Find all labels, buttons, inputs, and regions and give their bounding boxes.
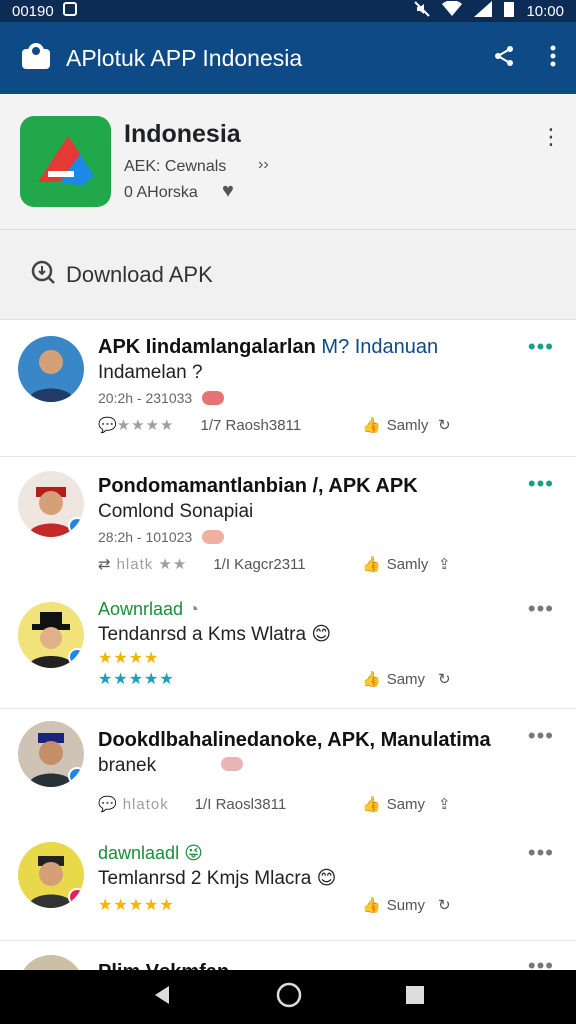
verified-badge-icon (68, 767, 84, 785)
comment-icon[interactable]: 💬 (98, 416, 117, 434)
post-count: 1/7 Raosh3811 (200, 416, 302, 434)
rating-stars: hlatok (122, 795, 169, 813)
list-item[interactable]: Aownrlaad ◔ Tendanrsd a Kms Wlatra 😊 ★★★… (0, 592, 576, 708)
notification-icon (62, 1, 78, 21)
rating-stars: ★★★★ (116, 417, 175, 434)
post-subline: Indamelan ? (98, 362, 203, 383)
like-label: Samy (386, 670, 426, 688)
post-list: APK Iindamlangalarlan M? Indanuan Indame… (0, 320, 576, 970)
post-subline: Temlanrsd 2 Kmjs Mlacra (98, 868, 312, 889)
status-bar: 00190 10:00 (0, 0, 576, 22)
more-horiz-icon[interactable]: ••• (528, 723, 554, 749)
post-headline: Aownrlaad (98, 599, 184, 619)
avatar (18, 471, 84, 537)
more-horiz-icon[interactable]: ••• (528, 596, 554, 622)
share-alt-icon[interactable]: ↻ (438, 896, 451, 914)
rating-stars-teal: ★★★★★ (98, 671, 175, 688)
app-developer: AEK: Cewnals (124, 158, 227, 175)
app-icon[interactable] (20, 116, 111, 207)
post-headline: Dookdlbahalinedanoke, APK, Manulatima (98, 729, 491, 751)
avatar (18, 602, 84, 668)
home-icon[interactable] (276, 982, 302, 1013)
more-horiz-icon[interactable]: ••• (528, 953, 554, 970)
back-icon[interactable] (151, 984, 173, 1011)
emoji-icon: 😜 (184, 843, 203, 863)
like-label: Sumy (386, 896, 426, 914)
status-left-text: 00190 (12, 2, 54, 20)
list-item[interactable]: APK Iindamlangalarlan M? Indanuan Indame… (0, 320, 576, 456)
emoji-icon: 😊 (311, 624, 332, 645)
comment-icon[interactable]: 💬 (98, 795, 117, 813)
post-subline: Tendanrsd a Kms Wlatra (98, 624, 307, 645)
more-horiz-icon[interactable]: ••• (528, 334, 554, 360)
share-alt-icon[interactable]: ↻ (438, 416, 451, 434)
wifi-icon (442, 0, 463, 21)
verified-badge-icon (68, 517, 84, 535)
thumbs-up-icon[interactable]: 👍 (362, 795, 381, 813)
chevron-right-icon[interactable]: ›› (258, 156, 269, 174)
post-headline: APK Iindamlangalarlan (98, 336, 316, 358)
avatar (18, 336, 84, 402)
share-icon[interactable] (492, 44, 516, 73)
more-horiz-icon[interactable]: ••• (528, 471, 554, 497)
verified-badge-icon (68, 888, 84, 906)
app-header-card: Indonesia AEK: Cewnals ›› 0 AHorska ♥ ⋮ (0, 94, 576, 230)
rating-stars: hlatk ★★ (116, 556, 188, 573)
post-count: 1/I Kagcr2311 (213, 555, 306, 573)
thumbs-up-icon[interactable]: 👍 (362, 896, 381, 914)
post-headline: Plim Vskmfan (98, 959, 536, 970)
download-bar[interactable]: Download APK (0, 230, 576, 320)
signal-icon (474, 1, 493, 21)
post-headline: Pondomamantlanbian /, APK APK (98, 475, 418, 497)
avatar (18, 721, 84, 787)
share-alt-icon[interactable]: ⇪ (438, 555, 451, 573)
app-publisher: 0 AHorska (124, 184, 198, 201)
rating-stars-gold: ★★★★ (98, 650, 160, 667)
app-name: Indonesia (124, 120, 241, 148)
verified-badge-icon (68, 648, 84, 666)
status-time: 10:00 (526, 2, 564, 20)
system-nav-bar (0, 970, 576, 1024)
like-label: Samy (386, 795, 426, 813)
sync-icon: ◔ (188, 599, 199, 619)
tag-pill (221, 757, 244, 771)
repost-icon[interactable]: ⇄ (98, 555, 111, 573)
post-meta: 20:2h - 231033 (98, 390, 193, 406)
avatar (18, 842, 84, 908)
mute-icon (414, 1, 431, 21)
share-alt-icon[interactable]: ⇪ (438, 795, 451, 813)
more-horiz-icon[interactable]: ••• (528, 840, 554, 866)
post-subline: branek (98, 755, 157, 776)
list-item[interactable]: Plim Vskmfan ••• (0, 940, 576, 970)
emoji-icon: 😊 (316, 868, 337, 889)
app-bar: APlotuk APP Indonesia (0, 22, 576, 94)
like-label: Samly (386, 555, 429, 573)
avatar (18, 955, 84, 970)
post-meta: 28:2h - 101023 (98, 529, 193, 545)
post-headline: dawnlaadl (98, 843, 180, 863)
share-alt-icon[interactable]: ↻ (438, 670, 451, 688)
thumbs-up-icon[interactable]: 👍 (362, 670, 381, 688)
app-bar-title: APlotuk APP Indonesia (66, 44, 303, 71)
tag-pill (202, 530, 225, 544)
battery-icon (504, 1, 515, 21)
thumbs-up-icon[interactable]: 👍 (362, 416, 381, 434)
rating-stars-gold: ★★★★★ (98, 897, 175, 914)
heart-icon[interactable]: ♥ (222, 180, 234, 203)
recents-icon[interactable] (405, 985, 425, 1010)
app-logo-icon[interactable] (20, 41, 52, 76)
list-item[interactable]: Dookdlbahalinedanoke, APK, Manulatima br… (0, 708, 576, 836)
like-label: Samly (386, 416, 429, 434)
more-vert-icon[interactable] (550, 44, 556, 73)
post-subline: Comlond Sonapiai (98, 501, 254, 522)
list-item[interactable]: Pondomamantlanbian /, APK APK Comlond So… (0, 456, 576, 592)
post-headline-accent: M? Indanuan (321, 336, 439, 358)
more-vert-icon[interactable]: ⋮ (540, 124, 562, 150)
thumbs-up-icon[interactable]: 👍 (362, 555, 381, 573)
list-item[interactable]: dawnlaadl 😜 Temlanrsd 2 Kmjs Mlacra 😊 ★★… (0, 836, 576, 940)
search-download-icon (30, 259, 56, 290)
download-label: Download APK (66, 261, 213, 287)
post-count: 1/I Raosl3811 (194, 795, 287, 813)
tag-pill (202, 391, 225, 405)
